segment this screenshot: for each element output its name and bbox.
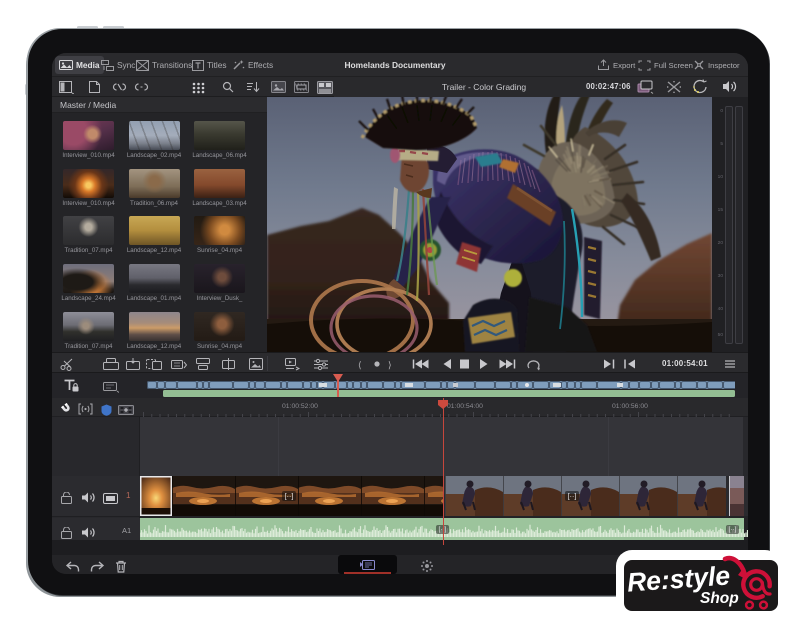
svg-text:[··]: [··] (285, 494, 294, 501)
svg-text:[··]: [··] (568, 494, 577, 501)
